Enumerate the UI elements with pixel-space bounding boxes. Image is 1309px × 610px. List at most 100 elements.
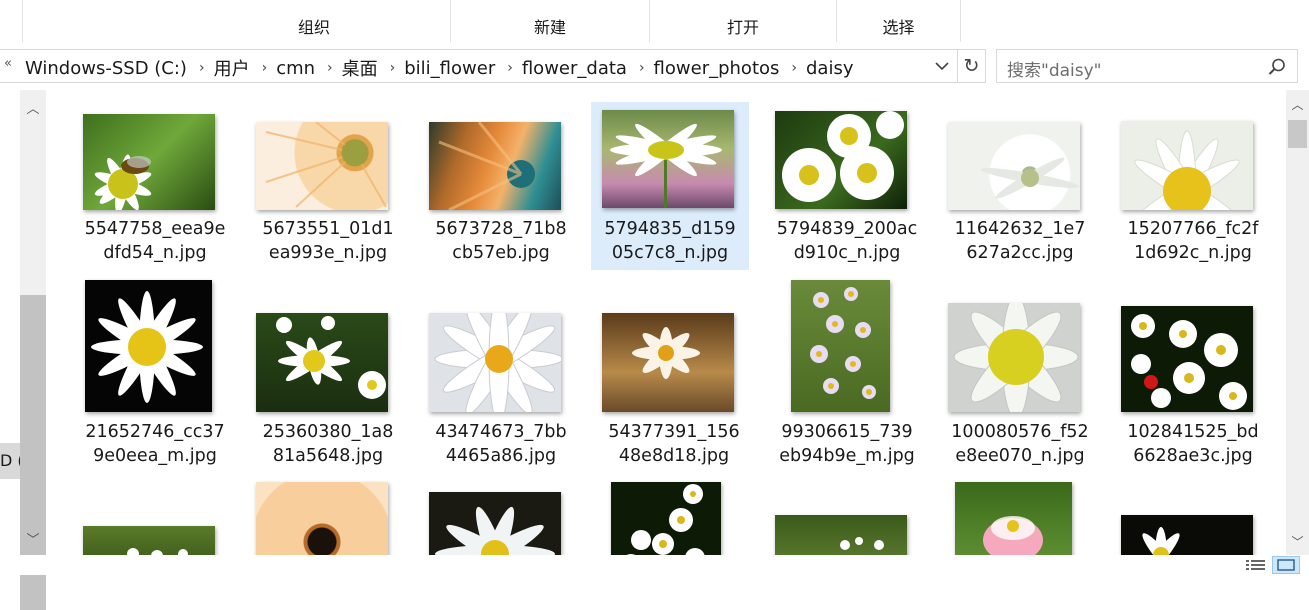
file-item[interactable]: 99306615_739 eb94b9e_m.jpg (768, 280, 926, 470)
file-item[interactable]: 43474673_7bb 4465a86.jpg (422, 280, 580, 470)
file-item[interactable]: 5547758_eea9e dfd54_n.jpg (76, 100, 234, 270)
file-item[interactable] (249, 480, 407, 560)
image-thumbnail (775, 111, 907, 209)
daisy-photo (434, 313, 561, 412)
file-grid: 5547758_eea9e dfd54_n.jpg 5673551_01d1 e… (46, 90, 1286, 560)
file-item[interactable] (76, 480, 234, 560)
file-item[interactable] (1114, 480, 1272, 560)
file-name: 21652746_cc37 9e0eea_m.jpg (85, 422, 225, 466)
address-row: « Windows-SSD (C:) › 用户 › cmn › 桌面 › bili_fl… (0, 44, 1309, 88)
daisy-photo (1131, 314, 1247, 410)
daisy-photo (782, 111, 904, 202)
overflow-chevron-icon[interactable]: « (4, 56, 12, 71)
image-thumbnail (256, 313, 388, 412)
ribbon-group-label: 选择 (882, 18, 915, 37)
nav-scroll-up-icon[interactable]: ︿ (20, 90, 46, 130)
ribbon-group-select[interactable]: 选择 (837, 0, 961, 42)
ribbon-group-label: 板 (0, 14, 22, 38)
breadcrumb-item[interactable]: 用户 (214, 55, 256, 81)
scroll-down-icon[interactable]: ﹀ (1286, 530, 1309, 555)
scroll-up-icon[interactable]: ︿ (1286, 90, 1309, 120)
address-bar[interactable]: « Windows-SSD (C:) › 用户 › cmn › 桌面 › bili_fl… (0, 49, 958, 83)
image-thumbnail (791, 280, 890, 412)
file-item[interactable]: 11642632_1e7 627a2cc.jpg (941, 100, 1099, 270)
file-name: 25360380_1a8 81a5648.jpg (262, 422, 394, 466)
navigation-pane: ︿ ﹀ D ( (0, 90, 46, 610)
image-thumbnail (1121, 306, 1253, 412)
daisy-photo (1142, 527, 1180, 560)
image-thumbnail (775, 515, 907, 560)
chevron-right-icon[interactable]: › (785, 60, 806, 76)
image-thumbnail (429, 122, 561, 210)
file-item[interactable] (768, 480, 926, 560)
daisy-photo (94, 154, 152, 210)
image-thumbnail (85, 280, 212, 412)
breadcrumb: Windows-SSD (C:) › 用户 › cmn › 桌面 › bili_flow… (25, 55, 860, 81)
ribbon-group-organize[interactable]: 组织 (178, 0, 451, 42)
file-name: 43474673_7bb 4465a86.jpg (435, 422, 567, 466)
search-icon[interactable] (1267, 57, 1287, 77)
chevron-down-icon[interactable] (934, 58, 950, 74)
details-view-icon[interactable] (1244, 558, 1268, 573)
scrollbar-thumb[interactable] (1288, 120, 1307, 148)
chevron-right-icon[interactable]: › (193, 60, 214, 76)
search-box[interactable]: 搜索"daisy" (996, 49, 1298, 83)
file-name: 5673728_71b8 cb57eb.jpg (435, 219, 567, 263)
refresh-icon: ↻ (963, 55, 980, 77)
search-input[interactable]: 搜索"daisy" (1007, 56, 1102, 81)
vertical-scrollbar[interactable]: ︿ ﹀ (1286, 90, 1309, 555)
file-name: 5794835_d159 05c7c8_n.jpg (604, 219, 736, 263)
breadcrumb-item[interactable]: flower_data (522, 58, 633, 79)
ribbon-group-open[interactable]: 打开 (650, 0, 837, 42)
image-thumbnail (948, 122, 1080, 210)
chevron-right-icon[interactable]: › (501, 60, 522, 76)
file-item[interactable] (422, 480, 580, 560)
chevron-right-icon[interactable]: › (256, 60, 277, 76)
breadcrumb-item[interactable]: 桌面 (342, 55, 384, 81)
file-item[interactable]: 100080576_f52 e8ee070_n.jpg (941, 280, 1099, 470)
ribbon: 板 组织 新建 打开 选择 (0, 0, 1309, 44)
breadcrumb-item[interactable]: Windows-SSD (C:) (25, 58, 193, 79)
file-item[interactable]: 25360380_1a8 81a5648.jpg (249, 280, 407, 470)
large-icons-view-button[interactable] (1272, 556, 1300, 574)
breadcrumb-item-current[interactable]: daisy (806, 58, 860, 79)
file-item[interactable] (595, 480, 753, 560)
daisy-photo (435, 506, 555, 560)
breadcrumb-item[interactable]: bili_flower (404, 58, 501, 79)
daisy-photo (980, 157, 1080, 199)
gerbera-photo (265, 122, 387, 208)
daisy-photo (621, 484, 705, 560)
file-item[interactable] (941, 480, 1099, 560)
breadcrumb-item[interactable]: cmn (276, 58, 321, 79)
ribbon-group-clipboard[interactable]: 板 (0, 0, 23, 42)
file-item[interactable]: 15207766_fc2f 1d692c_n.jpg (1114, 100, 1272, 270)
large-icons-view-icon (1277, 559, 1295, 571)
file-item[interactable]: 5794839_200ac d910c_n.jpg (768, 100, 926, 270)
chevron-right-icon[interactable]: › (384, 60, 405, 76)
image-thumbnail (1121, 121, 1253, 210)
breadcrumb-item[interactable]: flower_photos (654, 58, 786, 79)
refresh-button[interactable]: ↻ (958, 49, 986, 83)
nav-item-drive[interactable]: D ( (0, 443, 20, 479)
file-item[interactable]: 5673728_71b8 cb57eb.jpg (422, 100, 580, 270)
chevron-right-icon[interactable]: › (321, 60, 342, 76)
file-item-selected[interactable]: 5794835_d159 05c7c8_n.jpg (591, 102, 749, 270)
file-name: 15207766_fc2f 1d692c_n.jpg (1127, 219, 1259, 263)
file-item[interactable]: 5673551_01d1 ea993e_n.jpg (249, 100, 407, 270)
nav-scroll-down-icon[interactable]: ﹀ (20, 526, 46, 556)
daisy-photo (632, 327, 700, 379)
image-thumbnail (429, 313, 561, 412)
file-item[interactable]: 102841525_bd 6628ae3c.jpg (1114, 280, 1272, 470)
image-thumbnail (602, 313, 734, 412)
status-bar (0, 555, 1309, 575)
daisy-photo (983, 516, 1043, 560)
image-thumbnail (256, 482, 388, 560)
file-name: 100080576_f52 e8ee070_n.jpg (951, 422, 1089, 466)
file-name: 5673551_01d1 ea993e_n.jpg (262, 219, 394, 263)
gerbera-photo (438, 122, 535, 210)
file-item[interactable]: 54377391_156 48e8d18.jpg (595, 280, 753, 470)
file-item[interactable]: 21652746_cc37 9e0eea_m.jpg (76, 280, 234, 470)
chevron-right-icon[interactable]: › (633, 60, 654, 76)
ribbon-group-new[interactable]: 新建 (451, 0, 650, 42)
ribbon-group-label: 打开 (726, 18, 759, 37)
